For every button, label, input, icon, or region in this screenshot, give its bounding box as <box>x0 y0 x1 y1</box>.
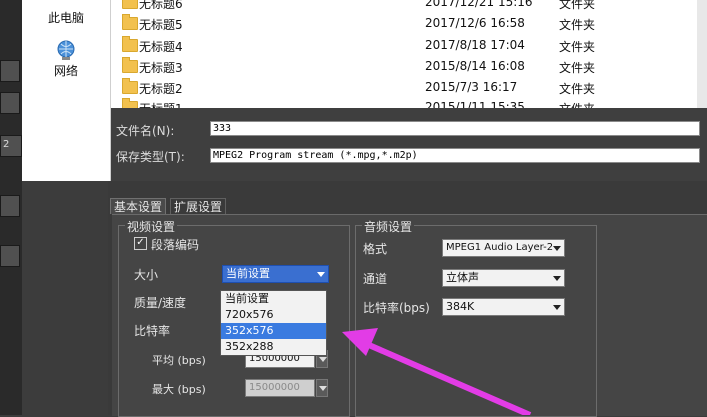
folder-icon <box>122 0 138 9</box>
bitrate-label: 比特率 <box>134 324 171 338</box>
folder-icon <box>122 98 138 108</box>
strip-button[interactable] <box>0 60 20 82</box>
nav-item-label: 网络 <box>53 64 78 78</box>
size-select[interactable]: 当前设置 <box>222 265 329 283</box>
file-row[interactable]: 无标题3 2015/8/14 16:08 文件夹 <box>111 57 707 78</box>
size-dropdown-list: 当前设置 720x576 352x576 352x288 <box>220 290 327 356</box>
video-settings-title: 视频设置 <box>125 218 178 235</box>
left-sidebar-strip: 2 <box>0 0 22 415</box>
nav-item-network[interactable]: 网络 <box>22 40 110 79</box>
chevron-down-icon <box>553 246 561 251</box>
file-type: 文件夹 <box>559 61 596 75</box>
filename-label: 文件名(N): <box>116 124 175 138</box>
file-date: 2015/8/14 16:08 <box>425 59 525 73</box>
max-bitrate-spinner[interactable] <box>316 379 328 397</box>
audio-settings-title: 音频设置 <box>362 218 415 235</box>
file-date: 2015/7/3 16:17 <box>425 80 518 94</box>
file-row[interactable]: 无标题5 2017/12/6 16:58 文件夹 <box>111 14 707 35</box>
file-date: 2017/8/18 17:04 <box>425 38 525 52</box>
file-row[interactable]: 无标题6 2017/12/21 15:16 文件夹 <box>111 0 707 14</box>
audio-channel-value: 立体声 <box>446 271 479 284</box>
size-option[interactable]: 720x576 <box>221 307 326 323</box>
file-row[interactable]: 无标题2 2015/7/3 16:17 文件夹 <box>111 78 707 99</box>
save-dialog-footer: 文件名(N): 333 保存类型(T): MPEG2 Program strea… <box>111 108 707 181</box>
audio-bitrate-value: 384K <box>446 300 475 313</box>
chevron-down-icon <box>553 305 561 310</box>
navigation-pane: 此电脑 网络 <box>22 0 111 181</box>
audio-format-select[interactable]: MPEG1 Audio Layer-2 <box>442 239 565 257</box>
folder-icon <box>122 78 138 94</box>
strip-button[interactable] <box>0 245 20 267</box>
size-label: 大小 <box>134 268 159 282</box>
file-name: 无标题1 <box>139 100 183 108</box>
size-select-value: 当前设置 <box>226 267 270 280</box>
savetype-select[interactable]: MPEG2 Program stream (*.mpg,*.m2p) <box>210 148 700 163</box>
file-date: 2015/1/11 15:35 <box>425 100 525 108</box>
savetype-label: 保存类型(T): <box>116 150 185 164</box>
size-option-highlighted[interactable]: 352x576 <box>221 323 326 339</box>
file-name: 无标题2 <box>139 82 183 96</box>
chevron-down-icon <box>553 276 561 281</box>
file-name: 无标题3 <box>139 61 183 75</box>
max-bitrate-field[interactable]: 15000000 <box>245 379 315 397</box>
file-list-scrollbar[interactable] <box>697 0 707 108</box>
segment-encoding-label: 段落编码 <box>151 238 200 252</box>
max-bitrate-label: 最大 (bps) <box>152 383 206 396</box>
file-type: 文件夹 <box>559 82 596 96</box>
tab-extended-settings[interactable]: 扩展设置 <box>170 198 227 214</box>
network-globe-icon <box>55 40 77 62</box>
folder-icon <box>122 36 138 52</box>
file-type: 文件夹 <box>559 18 596 32</box>
strip-button[interactable] <box>0 92 20 114</box>
file-row[interactable]: 无标题4 2017/8/18 17:04 文件夹 <box>111 36 707 57</box>
file-name: 无标题4 <box>139 40 183 54</box>
size-option[interactable]: 当前设置 <box>221 291 326 307</box>
audio-bitrate-select[interactable]: 384K <box>442 298 565 316</box>
folder-icon <box>122 14 138 30</box>
file-type: 文件夹 <box>559 0 596 11</box>
file-row[interactable]: 无标题1 2015/1/11 15:35 文件夹 <box>111 98 707 108</box>
file-type: 文件夹 <box>559 100 595 108</box>
file-name: 无标题6 <box>139 0 183 11</box>
quality-speed-label: 质量/速度 <box>134 296 187 310</box>
nav-item-label: 此电脑 <box>47 11 84 25</box>
file-name: 无标题5 <box>139 18 183 32</box>
average-bitrate-label: 平均 (bps) <box>152 354 206 367</box>
annotation-arrow-icon <box>342 328 532 415</box>
audio-bitrate-label: 比特率(bps) <box>363 301 430 315</box>
audio-channel-label: 通道 <box>363 272 388 286</box>
audio-format-value: MPEG1 Audio Layer-2 <box>446 242 554 253</box>
size-option[interactable]: 352x288 <box>221 339 326 355</box>
file-date: 2017/12/21 15:16 <box>425 0 533 9</box>
segment-encoding-checkbox[interactable]: ✓ <box>134 237 147 250</box>
strip-button[interactable] <box>0 195 20 217</box>
file-list: 无标题6 2017/12/21 15:16 文件夹 无标题5 2017/12/6 16:… <box>111 0 707 108</box>
file-date: 2017/12/6 16:58 <box>425 16 525 30</box>
folder-icon <box>122 57 138 73</box>
audio-channel-select[interactable]: 立体声 <box>442 269 565 287</box>
nav-item-this-pc[interactable]: 此电脑 <box>22 9 110 26</box>
file-type: 文件夹 <box>559 40 596 54</box>
tab-basic-settings[interactable]: 基本设置 <box>110 198 167 214</box>
strip-label: 2 <box>0 135 22 157</box>
filename-field[interactable]: 333 <box>210 121 700 136</box>
audio-format-label: 格式 <box>363 242 388 256</box>
chevron-down-icon <box>317 272 325 277</box>
